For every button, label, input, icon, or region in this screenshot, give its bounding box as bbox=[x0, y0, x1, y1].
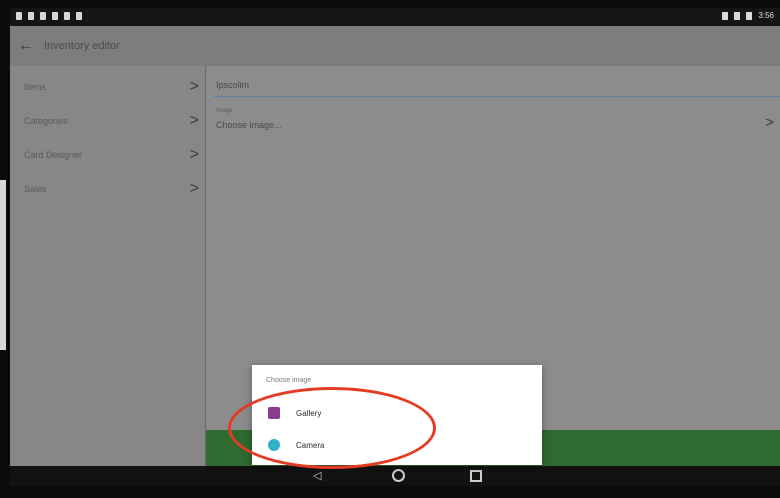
device-bezel-top bbox=[10, 0, 780, 8]
notification-icon bbox=[40, 12, 46, 20]
android-icon bbox=[64, 12, 70, 20]
sidebar-item-label: Sales bbox=[24, 184, 47, 194]
highlight-circle bbox=[228, 387, 436, 469]
status-right: 3:56 bbox=[722, 11, 774, 20]
notification-icon bbox=[16, 12, 22, 20]
sidebar-item-categories[interactable]: Categories > bbox=[10, 106, 205, 140]
chevron-right-icon[interactable]: > bbox=[765, 114, 774, 131]
clock: 3:56 bbox=[758, 11, 774, 20]
chevron-right-icon: > bbox=[189, 78, 199, 95]
sidebar-item-label: Categories bbox=[24, 116, 68, 126]
status-left-icons bbox=[16, 12, 82, 20]
choose-image-row[interactable]: Choose image... bbox=[216, 120, 282, 130]
wifi-icon bbox=[734, 11, 741, 20]
sidebar-item-card-designer[interactable]: Card Designer > bbox=[10, 140, 205, 174]
field-underline bbox=[214, 96, 780, 97]
name-field[interactable]: Ipscolim bbox=[216, 80, 249, 90]
location-icon bbox=[76, 12, 82, 20]
navigation-bar: ◁ bbox=[10, 466, 780, 486]
sidebar-item-items[interactable]: Items > bbox=[10, 72, 205, 106]
chevron-right-icon: > bbox=[189, 112, 199, 129]
status-bar: 3:56 bbox=[10, 8, 780, 26]
recent-square-icon[interactable] bbox=[470, 470, 482, 482]
back-arrow-icon[interactable]: ← bbox=[18, 38, 38, 54]
sidebar-item-label: Card Designer bbox=[24, 150, 83, 160]
bluetooth-icon bbox=[722, 11, 729, 20]
image-label: Image bbox=[216, 108, 233, 114]
back-triangle-icon[interactable]: ◁ bbox=[313, 469, 321, 482]
sidebar-item-sales[interactable]: Sales > bbox=[10, 174, 205, 208]
dialog-title: Choose image bbox=[266, 377, 312, 384]
app-bar: ← Inventory editor bbox=[10, 26, 780, 66]
sidebar-item-label: Items bbox=[24, 82, 47, 92]
notification-icon bbox=[52, 12, 58, 20]
chevron-right-icon: > bbox=[189, 180, 199, 197]
chevron-right-icon: > bbox=[189, 146, 199, 163]
app-title: Inventory editor bbox=[44, 40, 120, 52]
home-circle-icon[interactable] bbox=[392, 469, 405, 482]
device-bezel-bottom bbox=[0, 486, 780, 498]
sidebar: Items > Categories > Card Designer > Sal… bbox=[10, 66, 205, 486]
battery-icon bbox=[746, 11, 753, 20]
outer-window-edge bbox=[0, 180, 6, 350]
notification-icon bbox=[28, 12, 34, 20]
